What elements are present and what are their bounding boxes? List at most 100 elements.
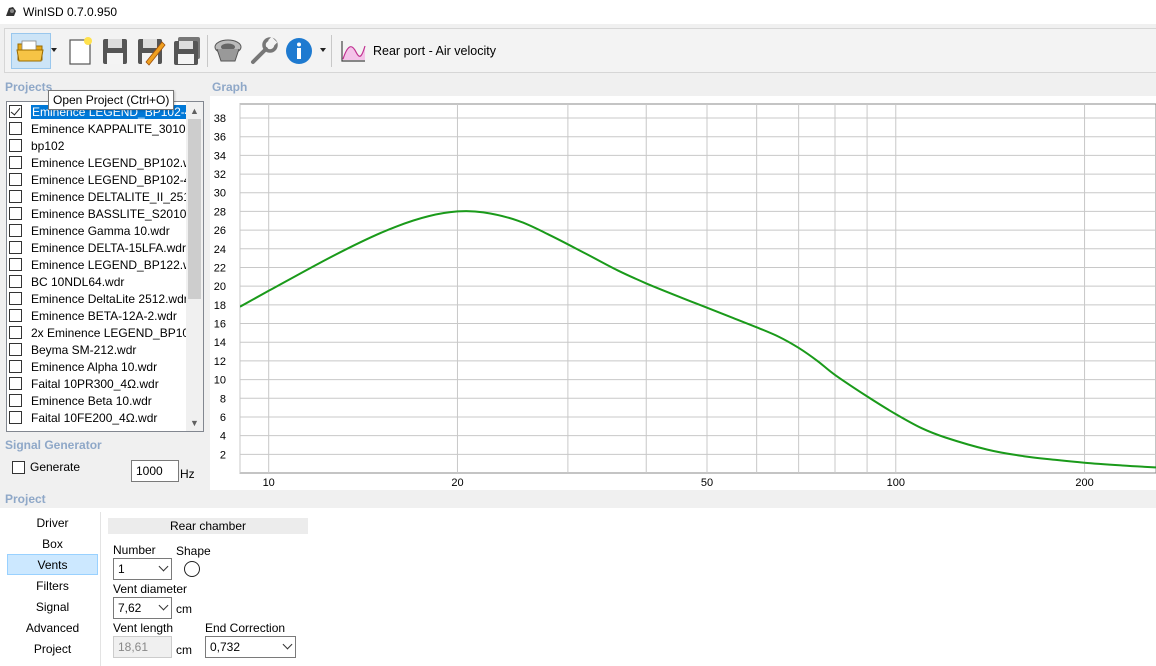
graph-panel[interactable]: 2 4 6 8 10 12 14 16 18 20 22 24 26 28 30 32 34 36 38 10 20 50… bbox=[210, 96, 1156, 490]
graph-selector-button[interactable]: Rear port - Air velocity bbox=[339, 33, 496, 69]
project-list-item[interactable]: Eminence LEGEND_BP122.wd bbox=[9, 256, 187, 273]
project-checkbox[interactable] bbox=[9, 275, 22, 288]
nav-item-filters[interactable]: Filters bbox=[7, 575, 98, 596]
project-list-item[interactable]: Eminence DELTALITE_II_2510.w bbox=[9, 188, 187, 205]
project-label: BC 10NDL64.wdr bbox=[31, 274, 125, 289]
tools-button[interactable] bbox=[247, 33, 281, 69]
speaker-driver-icon bbox=[214, 39, 242, 62]
project-checkbox[interactable] bbox=[9, 241, 22, 254]
project-checkbox[interactable] bbox=[9, 156, 22, 169]
nav-item-advanced[interactable]: Advanced bbox=[7, 617, 98, 638]
y-tick-label: 10 bbox=[214, 375, 226, 387]
vent-diameter-label: Vent diameter bbox=[113, 582, 188, 596]
x-tick-label: 200 bbox=[1075, 477, 1093, 489]
project-list-item[interactable]: Eminence LEGEND_BP102-4.w bbox=[9, 171, 187, 188]
project-checkbox[interactable] bbox=[9, 207, 22, 220]
about-dropdown-arrow-icon[interactable] bbox=[320, 48, 326, 52]
nav-item-signal[interactable]: Signal bbox=[7, 596, 98, 617]
save-button[interactable] bbox=[98, 33, 132, 69]
vent-diameter-select[interactable]: 7,62 bbox=[113, 597, 172, 619]
number-label: Number bbox=[113, 543, 156, 557]
project-list-item[interactable]: Eminence BASSLITE_S2010.wc bbox=[9, 205, 187, 222]
nav-item-box[interactable]: Box bbox=[7, 533, 98, 554]
project-checkbox[interactable] bbox=[9, 360, 22, 373]
project-checkbox[interactable] bbox=[9, 105, 22, 118]
project-list-item[interactable]: Eminence KAPPALITE_3010LF. bbox=[9, 120, 187, 137]
end-correction-select[interactable]: 0,732 bbox=[205, 636, 296, 658]
save-as-button[interactable] bbox=[134, 33, 168, 69]
project-list-item[interactable]: Faital 10FE200_4Ω.wdr bbox=[9, 409, 187, 426]
project-checkbox[interactable] bbox=[9, 343, 22, 356]
y-tick-label: 26 bbox=[214, 225, 226, 237]
project-checkbox[interactable] bbox=[9, 258, 22, 271]
open-project-button[interactable] bbox=[11, 33, 51, 69]
project-checkbox[interactable] bbox=[9, 139, 22, 152]
project-list-item[interactable]: bp102 bbox=[9, 137, 187, 154]
project-checkbox[interactable] bbox=[9, 224, 22, 237]
projects-scrollbar[interactable]: ▲ ▼ bbox=[186, 102, 203, 431]
plot-frame bbox=[239, 103, 1156, 474]
scroll-up-arrow-icon[interactable]: ▲ bbox=[186, 102, 203, 119]
project-checkbox[interactable] bbox=[9, 173, 22, 186]
project-checkbox[interactable] bbox=[9, 309, 22, 322]
project-label: Eminence LEGEND_BP102-4.w bbox=[31, 172, 187, 187]
project-checkbox[interactable] bbox=[9, 326, 22, 339]
project-list-item[interactable]: Eminence DeltaLite 2512.wdr bbox=[9, 290, 187, 307]
new-project-button[interactable] bbox=[63, 33, 97, 69]
project-label: Eminence BETA-12A-2.wdr bbox=[31, 308, 177, 323]
scroll-thumb[interactable] bbox=[188, 119, 201, 299]
new-document-icon bbox=[69, 37, 92, 65]
project-nav-list: Driver Box Vents Filters Signal Advanced Proje… bbox=[7, 512, 98, 659]
floppy-disk-icon bbox=[103, 39, 127, 64]
generate-checkbox[interactable]: Generate bbox=[12, 460, 80, 474]
y-tick-label: 38 bbox=[214, 113, 226, 125]
nav-item-project[interactable]: Project bbox=[7, 638, 98, 659]
number-select[interactable]: 1 bbox=[113, 558, 172, 580]
project-list-item[interactable]: BC 10NDL64.wdr bbox=[9, 273, 187, 290]
project-label: Eminence DeltaLite 2512.wdr bbox=[31, 291, 187, 306]
generate-checkbox-box[interactable] bbox=[12, 460, 25, 474]
round-shape-button[interactable] bbox=[184, 561, 200, 577]
project-checkbox[interactable] bbox=[9, 190, 22, 203]
title-bar: WinISD 0.7.0.950 bbox=[0, 0, 1156, 24]
project-checkbox[interactable] bbox=[9, 377, 22, 390]
project-list-item[interactable]: Eminence Beta 10.wdr bbox=[9, 392, 187, 409]
toolbar-separator bbox=[331, 35, 332, 67]
vent-length-unit: cm bbox=[176, 643, 192, 657]
project-list-item[interactable]: Eminence LEGEND_BP102.wd bbox=[9, 154, 187, 171]
air-velocity-chart[interactable]: 246810121416182022242628303234363810 20 50… bbox=[210, 96, 1156, 490]
frequency-input[interactable]: 1000 bbox=[131, 460, 179, 482]
project-list-item[interactable]: Eminence BETA-12A-2.wdr bbox=[9, 307, 187, 324]
chevron-down-icon bbox=[282, 639, 293, 650]
info-icon bbox=[286, 38, 312, 64]
folder-open-icon bbox=[16, 40, 44, 62]
nav-item-driver[interactable]: Driver bbox=[7, 512, 98, 533]
about-button[interactable] bbox=[282, 33, 316, 69]
y-tick-label: 24 bbox=[214, 244, 226, 256]
open-dropdown-arrow-icon[interactable] bbox=[51, 48, 57, 52]
driver-editor-button[interactable] bbox=[211, 33, 245, 69]
project-checkbox[interactable] bbox=[9, 394, 22, 407]
window-title: WinISD 0.7.0.950 bbox=[23, 5, 118, 19]
scroll-down-arrow-icon[interactable]: ▼ bbox=[186, 414, 203, 431]
project-list-item[interactable]: Beyma SM-212.wdr bbox=[9, 341, 187, 358]
y-tick-label: 16 bbox=[214, 319, 226, 331]
project-list-item[interactable]: 2x Eminence LEGEND_BP102- bbox=[9, 324, 187, 341]
save-all-button[interactable] bbox=[170, 33, 204, 69]
project-list-item[interactable]: Eminence Alpha 10.wdr bbox=[9, 358, 187, 375]
project-list-item[interactable]: Eminence Gamma 10.wdr bbox=[9, 222, 187, 239]
vent-length-field: 18,61 bbox=[113, 636, 172, 658]
project-checkbox[interactable] bbox=[9, 411, 22, 424]
project-checkbox[interactable] bbox=[9, 292, 22, 305]
project-label: Eminence KAPPALITE_3010LF. bbox=[31, 121, 187, 136]
x-tick-label: 50 bbox=[701, 477, 713, 489]
project-list-item[interactable]: Eminence DELTA-15LFA.wdr bbox=[9, 239, 187, 256]
open-project-tooltip: Open Project (Ctrl+O) bbox=[48, 90, 175, 110]
project-list-item[interactable]: Faital 10PR300_4Ω.wdr bbox=[9, 375, 187, 392]
projects-list[interactable]: Faital 10FE200_4Ω.wdr Eminence Beta 10.wd… bbox=[6, 101, 204, 432]
generate-label: Generate bbox=[30, 460, 81, 474]
project-label: Eminence BASSLITE_S2010.wc bbox=[31, 206, 187, 221]
nav-item-vents[interactable]: Vents bbox=[7, 554, 98, 575]
shape-label: Shape bbox=[176, 544, 211, 558]
project-checkbox[interactable] bbox=[9, 122, 22, 135]
